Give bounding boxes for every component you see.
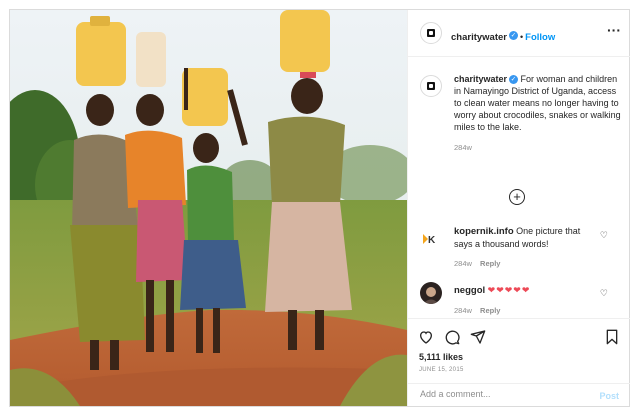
reply-button[interactable]: Reply — [480, 306, 500, 315]
like-comment-heart-icon[interactable]: ♡ — [600, 230, 608, 241]
share-icon[interactable] — [470, 329, 486, 345]
add-comment-bar: Post — [408, 383, 630, 407]
comment: kopernik.info One picture that says a th… — [454, 225, 594, 270]
post-date: JUNE 15, 2015 — [419, 367, 464, 373]
like-comment-heart-icon[interactable]: ♡ — [600, 288, 608, 299]
verified-badge-icon: ✓ — [508, 31, 518, 41]
verified-badge-icon: ✓ — [509, 75, 519, 85]
comment: neggol ❤❤❤❤❤ 284w Reply — [454, 284, 594, 317]
charitywater-logo-icon — [427, 82, 435, 90]
charitywater-logo-icon — [427, 29, 435, 37]
comment-age: 284w — [454, 306, 472, 315]
author-username[interactable]: charitywater — [451, 32, 507, 43]
post-comment-button[interactable]: Post — [599, 391, 619, 401]
comment-username[interactable]: kopernik.info — [454, 226, 514, 237]
comment-icon[interactable] — [444, 329, 460, 345]
separator-dot: • — [519, 32, 524, 42]
caption: charitywater ✓ For woman and children in … — [454, 73, 622, 154]
user-photo-icon — [423, 287, 439, 304]
caption-avatar[interactable] — [420, 75, 442, 97]
reply-button[interactable]: Reply — [480, 259, 500, 268]
ellipsis-icon[interactable]: ··· — [607, 23, 621, 37]
comment-text: ❤❤❤❤❤ — [487, 285, 531, 295]
post-header: charitywater ✓ • Follow ··· — [408, 10, 630, 57]
add-comment-input[interactable] — [418, 388, 572, 400]
caption-username[interactable]: charitywater — [454, 74, 507, 84]
photo-children-carrying-water — [10, 10, 407, 406]
comment-username[interactable]: neggol — [454, 285, 485, 296]
post-actions: 5,111 likes JUNE 15, 2015 Post — [408, 318, 630, 406]
follow-button[interactable]: Follow — [525, 32, 555, 43]
author-line: charitywater ✓ • Follow — [451, 27, 555, 45]
instagram-post: charitywater ✓ • Follow ··· charitywater ✓ F… — [9, 9, 630, 407]
post-side-panel: charitywater ✓ • Follow ··· charitywater ✓ F… — [407, 10, 630, 406]
kopernik-logo-icon: K — [423, 234, 436, 246]
comment-age: 284w — [454, 259, 472, 268]
commenter-avatar[interactable] — [420, 282, 442, 304]
commenter-avatar[interactable]: K — [420, 228, 442, 250]
plus-circle-icon[interactable]: + — [509, 189, 525, 205]
bookmark-icon[interactable] — [604, 329, 620, 345]
author-avatar[interactable] — [420, 22, 442, 44]
like-count[interactable]: 5,111 likes — [419, 352, 463, 362]
caption-age: 284w — [454, 143, 472, 152]
svg-text:K: K — [428, 235, 436, 246]
post-photo[interactable] — [10, 10, 407, 406]
heart-icon[interactable] — [418, 329, 434, 345]
